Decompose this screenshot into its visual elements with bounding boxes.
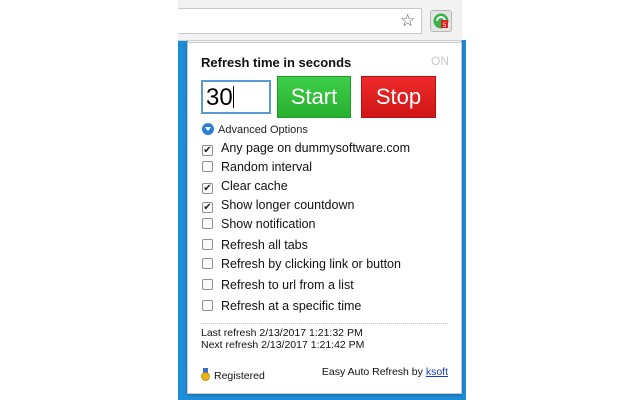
address-bar[interactable]: ☆ — [178, 8, 422, 34]
option-label: Any page on dummysoftware.com — [221, 141, 410, 155]
page-background-bottom — [178, 394, 466, 400]
refresh-extension-glyph: 5 — [433, 13, 449, 29]
title-row: Refresh time in seconds ON — [201, 54, 451, 72]
credit: Easy Auto Refresh by ksoft — [322, 366, 448, 378]
option-any-page[interactable]: ✔ Any page on dummysoftware.com — [202, 141, 410, 157]
refresh-extension-icon[interactable]: 5 — [430, 10, 452, 32]
interval-value: 30 — [206, 84, 233, 111]
checkbox[interactable] — [202, 279, 213, 290]
checkbox[interactable] — [202, 258, 213, 269]
screenshot-stage: ☆ 5 Refresh time in seconds ON 30 Start … — [0, 0, 640, 400]
checkbox[interactable] — [202, 239, 213, 250]
option-label: Show notification — [221, 217, 316, 231]
browser-toolbar: ☆ 5 — [178, 0, 462, 41]
option-specific-time[interactable]: Refresh at a specific time — [202, 299, 361, 315]
advanced-options-toggle[interactable]: Advanced Options — [202, 121, 308, 136]
refresh-popup: Refresh time in seconds ON 30 Start Stop… — [187, 42, 462, 394]
option-label: Refresh at a specific time — [221, 299, 362, 313]
refresh-info: Last refresh 2/13/2017 1:21:32 PM Next r… — [201, 327, 364, 351]
option-refresh-by-click[interactable]: Refresh by clicking link or button — [202, 257, 401, 273]
popup-title: Refresh time in seconds — [201, 55, 352, 70]
star-icon[interactable]: ☆ — [400, 12, 415, 30]
credit-text: Easy Auto Refresh by — [321, 366, 426, 378]
option-clear-cache[interactable]: ✔ Clear cache — [202, 179, 288, 195]
divider — [201, 323, 448, 324]
option-random-interval[interactable]: Random interval — [202, 160, 312, 176]
option-refresh-url-list[interactable]: Refresh to url from a list — [202, 278, 354, 294]
ksoft-link[interactable]: ksoft — [426, 366, 448, 378]
option-label: Random interval — [221, 160, 313, 174]
medal-icon — [201, 368, 210, 381]
option-label: Refresh all tabs — [221, 238, 308, 252]
text-cursor — [232, 86, 234, 108]
checkbox[interactable] — [202, 300, 213, 311]
option-label: Refresh to url from a list — [221, 278, 354, 292]
checkbox[interactable]: ✔ — [202, 183, 213, 194]
registered-status: Registered — [201, 366, 265, 382]
checkbox[interactable]: ✔ — [202, 145, 213, 156]
option-show-notification[interactable]: Show notification — [202, 217, 316, 233]
next-refresh-text: Next refresh 2/13/2017 1:21:42 PM — [201, 339, 365, 351]
last-refresh-text: Last refresh 2/13/2017 1:21:32 PM — [201, 327, 363, 339]
chevron-down-circle-icon — [202, 123, 214, 135]
on-status-label: ON — [431, 54, 449, 68]
option-longer-countdown[interactable]: ✔ Show longer countdown — [202, 198, 354, 214]
option-label: Refresh by clicking link or button — [221, 257, 401, 271]
checkbox[interactable]: ✔ — [202, 202, 213, 213]
checkbox[interactable] — [202, 218, 213, 229]
start-button[interactable]: Start — [277, 76, 351, 118]
option-refresh-all-tabs[interactable]: Refresh all tabs — [202, 238, 308, 254]
checkbox[interactable] — [202, 161, 213, 172]
option-label: Clear cache — [221, 179, 288, 193]
advanced-options-label: Advanced Options — [218, 124, 308, 136]
stop-button[interactable]: Stop — [361, 76, 436, 118]
registered-label: Registered — [214, 370, 265, 382]
refresh-interval-input[interactable]: 30 — [201, 80, 271, 114]
option-label: Show longer countdown — [221, 198, 355, 212]
